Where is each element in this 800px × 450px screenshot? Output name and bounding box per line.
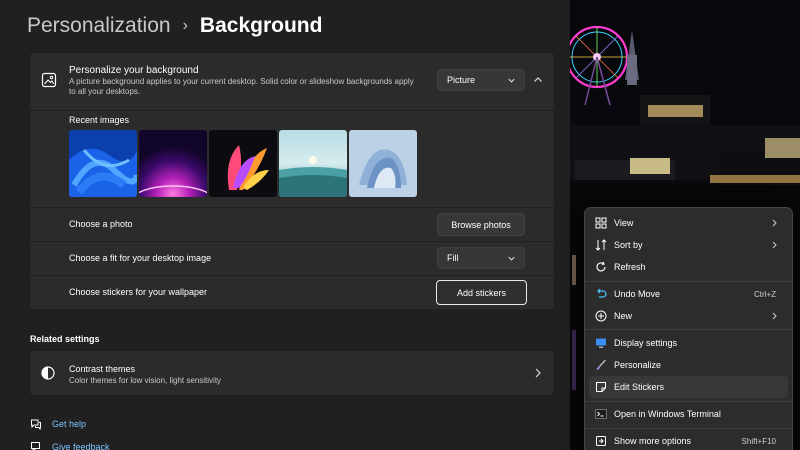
menu-label-new: New: [614, 311, 633, 321]
menu-label-show-more-options: Show more options: [614, 436, 692, 446]
menu-label-view: View: [614, 218, 634, 228]
menu-item-display-settings[interactable]: Display settings: [589, 332, 788, 354]
menu-item-refresh[interactable]: Refresh: [589, 256, 788, 278]
recent-image-2[interactable]: [139, 130, 207, 197]
chevron-right-icon: [772, 241, 777, 249]
breadcrumb-personalization[interactable]: Personalization: [27, 14, 171, 38]
get-help-link[interactable]: Get help: [30, 418, 86, 430]
menu-separator: [585, 329, 792, 330]
recent-images-label: Recent images: [69, 115, 130, 125]
fit-dropdown[interactable]: Fill: [437, 247, 525, 269]
menu-label-undo-move: Undo Move: [614, 289, 661, 299]
sort-icon: [595, 239, 607, 251]
breadcrumb-separator: ›: [182, 17, 188, 34]
brush-icon: [596, 359, 607, 370]
menu-separator: [585, 401, 792, 402]
picture-icon: [41, 72, 57, 88]
desktop-context-menu: View Sort by Refresh Undo Move Ctrl+Z Ne…: [584, 207, 793, 450]
menu-item-personalize[interactable]: Personalize: [589, 354, 788, 376]
chevron-up-icon[interactable]: [532, 74, 544, 86]
stickers-label: Choose stickers for your wallpaper: [69, 287, 208, 297]
menu-item-view[interactable]: View: [589, 212, 788, 234]
menu-label-display-settings: Display settings: [614, 338, 678, 348]
browse-photos-button[interactable]: Browse photos: [437, 213, 525, 236]
menu-separator: [585, 428, 792, 429]
recent-image-5[interactable]: [349, 130, 417, 197]
menu-item-new[interactable]: New: [589, 305, 788, 327]
grid-icon: [595, 217, 607, 229]
menu-label-personalize: Personalize: [614, 360, 662, 370]
more-options-icon: [596, 436, 606, 446]
contrast-themes-description: Color themes for low vision, light sensi…: [69, 376, 222, 385]
terminal-icon: [595, 409, 607, 419]
more-options-shortcut: Shift+F10: [741, 437, 776, 446]
choose-photo-row: Choose a photo Browse photos: [30, 208, 554, 241]
personalize-background-card[interactable]: Personalize your background A picture ba…: [30, 53, 554, 110]
refresh-icon: [596, 261, 606, 272]
menu-item-sort-by[interactable]: Sort by: [589, 234, 788, 256]
personalize-title: Personalize your background: [69, 65, 199, 76]
contrast-icon: [41, 366, 55, 380]
menu-label-refresh: Refresh: [614, 262, 646, 272]
choose-photo-label: Choose a photo: [69, 219, 133, 229]
recent-image-1[interactable]: [69, 130, 137, 197]
choose-fit-row: Choose a fit for your desktop image Fill: [30, 242, 554, 275]
menu-label-open-terminal: Open in Windows Terminal: [614, 409, 721, 419]
choose-fit-label: Choose a fit for your desktop image: [69, 253, 212, 263]
menu-label-sort-by: Sort by: [614, 240, 643, 250]
recent-image-3[interactable]: [209, 130, 277, 197]
fit-value: Fill: [447, 253, 459, 263]
display-icon: [596, 338, 606, 348]
menu-item-undo-move[interactable]: Undo Move Ctrl+Z: [589, 283, 788, 305]
contrast-themes-card[interactable]: Contrast themes Color themes for low vis…: [30, 351, 554, 395]
menu-separator: [585, 281, 792, 282]
settings-window: Personalization › Background Personalize…: [0, 0, 570, 450]
chevron-right-icon: [772, 219, 777, 227]
recent-image-4[interactable]: [279, 130, 347, 197]
contrast-themes-title: Contrast themes: [69, 364, 136, 374]
give-feedback-link[interactable]: Give feedback: [30, 441, 110, 450]
personalize-description: A picture background applies to your cur…: [69, 77, 414, 96]
add-stickers-button[interactable]: Add stickers: [436, 280, 527, 305]
feedback-icon: [31, 442, 40, 450]
chevron-right-icon: [535, 368, 541, 378]
breadcrumb: Personalization › Background: [27, 14, 322, 38]
new-plus-icon: [595, 310, 607, 322]
stickers-row: Choose stickers for your wallpaper Add s…: [30, 276, 554, 309]
background-type-dropdown[interactable]: Picture: [437, 69, 525, 91]
menu-item-open-terminal[interactable]: Open in Windows Terminal: [589, 403, 788, 425]
menu-item-edit-stickers[interactable]: Edit Stickers: [589, 376, 788, 398]
undo-shortcut: Ctrl+Z: [754, 290, 776, 299]
help-chat-icon: [31, 419, 41, 430]
give-feedback-label: Give feedback: [52, 442, 110, 450]
related-settings-heading: Related settings: [30, 334, 100, 344]
chevron-down-icon: [508, 256, 515, 261]
chevron-down-icon: [508, 78, 515, 83]
menu-item-show-more-options[interactable]: Show more options Shift+F10: [589, 430, 788, 450]
background-type-value: Picture: [447, 75, 476, 85]
menu-label-edit-stickers: Edit Stickers: [614, 382, 665, 392]
recent-images-card: Recent images: [30, 111, 554, 207]
sticker-icon: [596, 382, 606, 392]
chevron-right-icon: [772, 312, 777, 320]
get-help-label: Get help: [52, 419, 87, 429]
page-title: Background: [199, 14, 323, 37]
undo-icon: [597, 288, 607, 298]
